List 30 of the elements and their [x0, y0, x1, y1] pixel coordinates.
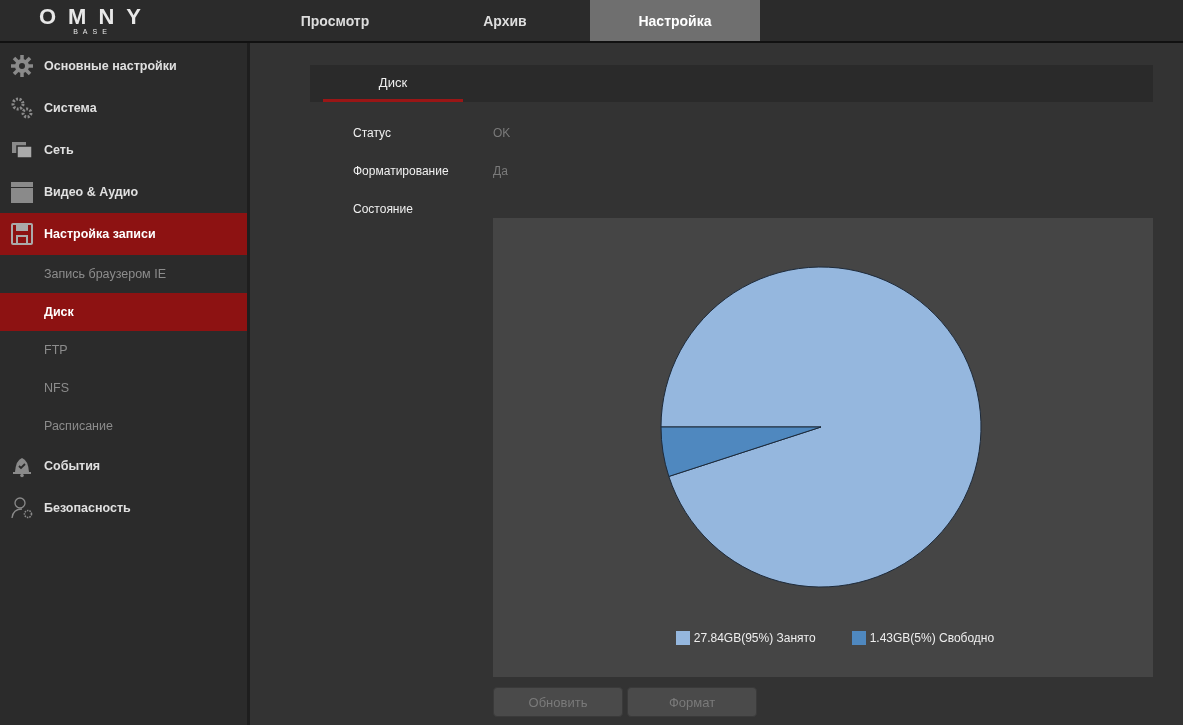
field-value: Да: [493, 164, 508, 178]
sidebar-item[interactable]: Видео & Аудио: [0, 171, 247, 213]
logo-wordmark: OMNY: [39, 5, 153, 28]
clapperboard-icon: [11, 182, 33, 203]
sidebar-subitem[interactable]: Расписание: [0, 407, 247, 445]
legend-label: 1.43GB(5%) Свободно: [869, 631, 995, 645]
sidebar-item[interactable]: Безопасность: [0, 487, 247, 529]
sidebar-item[interactable]: Настройка записи: [0, 213, 247, 255]
sidebar-subitem[interactable]: Запись браузером IE: [0, 255, 247, 293]
gear-icon: [11, 55, 33, 77]
sidebar-item[interactable]: Основные настройки: [0, 45, 247, 87]
field-label: Статус: [353, 126, 392, 140]
monitors-icon: [12, 142, 33, 159]
sidebar-item[interactable]: Система: [0, 87, 247, 129]
field-label: Состояние: [353, 202, 414, 216]
sidebar-item[interactable]: События: [0, 445, 247, 487]
legend-label: 27.84GB(95%) Занято: [693, 631, 816, 645]
gears-icon: [11, 97, 33, 119]
sidebar-subitem[interactable]: Диск: [0, 293, 247, 331]
bell-icon: [13, 458, 31, 478]
nav-tab[interactable]: Просмотр: [250, 0, 420, 41]
field-label: Форматирование: [353, 164, 450, 178]
nav-tab[interactable]: Настройка: [590, 0, 760, 41]
nav-tab[interactable]: Архив: [420, 0, 590, 41]
sidebar-item[interactable]: Сеть: [0, 129, 247, 171]
sidebar-subitem[interactable]: FTP: [0, 331, 247, 369]
section-tab[interactable]: Диск: [323, 65, 463, 102]
user-gear-icon: [11, 497, 33, 519]
field-value: OK: [493, 126, 511, 140]
sidebar-subitem[interactable]: NFS: [0, 369, 247, 407]
